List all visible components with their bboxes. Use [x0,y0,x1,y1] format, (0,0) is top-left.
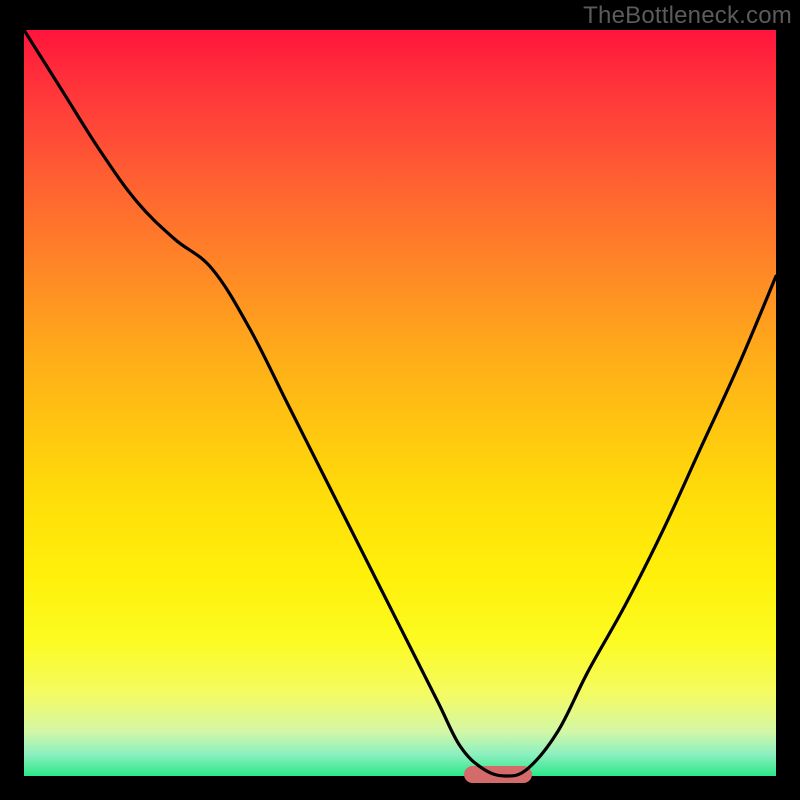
plot-area [24,30,776,776]
bottleneck-curve [24,30,776,776]
watermark-text: TheBottleneck.com [583,2,792,30]
chart-frame: TheBottleneck.com [0,0,800,800]
